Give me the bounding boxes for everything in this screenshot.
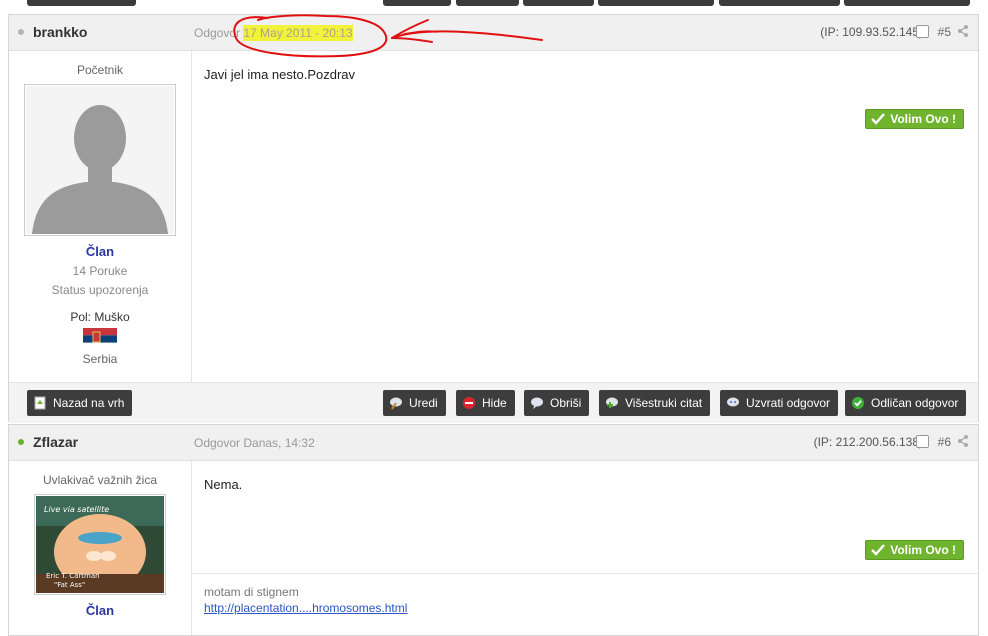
best-answer-button[interactable]: Odličan odgovor	[845, 390, 967, 416]
member-rank: Uvlakivač važnih žica	[42, 473, 158, 487]
signature-separator	[192, 573, 978, 574]
post-author[interactable]: brankko	[33, 24, 87, 40]
post-date: Odgovor 17 May 2011 - 20:13	[194, 25, 353, 41]
multiquote-add-icon	[606, 397, 618, 408]
post-5: brankko Odgovor 17 May 2011 - 20:13 (IP:…	[8, 14, 979, 423]
post-number-link[interactable]: #5	[938, 25, 951, 39]
post-date: Odgovor Danas, 14:32	[194, 436, 315, 450]
top-button[interactable]	[523, 0, 594, 6]
signature: motam di stignem http://placentation....…	[204, 585, 407, 615]
top-button[interactable]	[27, 0, 136, 6]
post-header: Zflazar Odgovor Danas, 14:32 (IP: 212.20…	[9, 425, 978, 461]
member-group[interactable]: Član	[9, 603, 191, 618]
edit-button[interactable]: Uredi	[383, 390, 446, 416]
delete-bubble-icon	[531, 397, 543, 409]
checkmark-icon	[871, 544, 886, 556]
multiquote-label: Višestruki citat	[625, 396, 703, 410]
author-sidebar: Uvlakivač važnih žica Live via satellite…	[9, 461, 192, 635]
avatar[interactable]: Live via satellite Eric T. Cartman "Fat …	[34, 494, 166, 595]
gender-field: Pol: Muško	[70, 310, 130, 324]
avatar[interactable]	[24, 84, 176, 236]
reply-label: Uzvrati odgovor	[746, 396, 831, 410]
post-author[interactable]: Zflazar	[33, 434, 78, 450]
post-content: Nema.	[204, 477, 243, 492]
avatar-caption-3: "Fat Ass"	[54, 581, 85, 589]
checkmark-icon	[871, 113, 886, 125]
avatar-caption-2: Eric T. Cartman	[46, 572, 100, 580]
top-button[interactable]	[844, 0, 970, 6]
member-group[interactable]: Član	[9, 244, 191, 259]
edit-label: Uredi	[409, 396, 438, 410]
edit-bubble-icon	[390, 397, 402, 410]
top-button[interactable]	[383, 0, 451, 6]
hide-stop-icon	[463, 397, 475, 409]
post-footer: Nazad na vrh Uredi Hide Obriši Višestruk…	[9, 382, 978, 423]
signature-text: motam di stignem	[204, 585, 299, 599]
author-sidebar: Početnik Član 14 Poruke Status upozorenj…	[9, 51, 192, 382]
offline-status-dot	[18, 29, 24, 35]
post-6: Zflazar Odgovor Danas, 14:32 (IP: 212.20…	[8, 424, 979, 636]
warning-status: Status upozorenja	[51, 283, 149, 297]
page-up-icon	[34, 396, 46, 410]
country-name: Serbia	[82, 352, 118, 366]
like-button-label: Volim Ovo !	[890, 112, 956, 126]
post-ip: (IP: 212.200.56.138)	[813, 435, 923, 449]
post-header: brankko Odgovor 17 May 2011 - 20:13 (IP:…	[9, 15, 978, 51]
multi-select-checkbox[interactable]	[916, 435, 929, 448]
post-number-link[interactable]: #6	[938, 435, 951, 449]
delete-button[interactable]: Obriši	[524, 390, 590, 416]
post-ip: (IP: 109.93.52.145)	[820, 25, 923, 39]
multiquote-button[interactable]: Višestruki citat	[599, 390, 711, 416]
serbia-flag-icon	[83, 328, 117, 350]
reply-bubble-icon	[727, 397, 739, 407]
top-button[interactable]	[719, 0, 840, 6]
post-count: 14 Poruke	[72, 264, 128, 278]
avatar-caption-1: Live via satellite	[44, 505, 109, 514]
reply-button[interactable]: Uzvrati odgovor	[720, 390, 839, 416]
post-date-prefix: Odgovor	[194, 26, 241, 40]
hide-label: Hide	[482, 396, 507, 410]
delete-label: Obriši	[550, 396, 582, 410]
best-answer-label: Odličan odgovor	[871, 396, 959, 410]
default-avatar-icon	[26, 86, 174, 234]
back-to-top-label: Nazad na vrh	[53, 396, 125, 410]
member-rank: Početnik	[76, 63, 124, 77]
post-date-value: 17 May 2011 - 20:13	[243, 25, 353, 41]
share-icon[interactable]	[957, 24, 969, 38]
like-button[interactable]: Volim Ovo !	[865, 540, 964, 560]
top-toolbar-strip	[0, 0, 988, 10]
multi-select-checkbox[interactable]	[916, 25, 929, 38]
like-button[interactable]: Volim Ovo !	[865, 109, 964, 129]
online-status-dot	[18, 439, 24, 445]
like-button-label: Volim Ovo !	[890, 543, 956, 557]
signature-link[interactable]: http://placentation....hromosomes.html	[204, 601, 407, 615]
share-icon[interactable]	[957, 434, 969, 448]
top-button[interactable]	[456, 0, 519, 6]
post-content: Javi jel ima nesto.Pozdrav	[204, 67, 356, 82]
best-answer-check-icon	[852, 397, 864, 409]
hide-button[interactable]: Hide	[456, 390, 515, 416]
top-button[interactable]	[598, 0, 714, 6]
back-to-top-button[interactable]: Nazad na vrh	[27, 390, 133, 416]
cartoon-avatar-image: Live via satellite Eric T. Cartman "Fat …	[36, 496, 164, 593]
